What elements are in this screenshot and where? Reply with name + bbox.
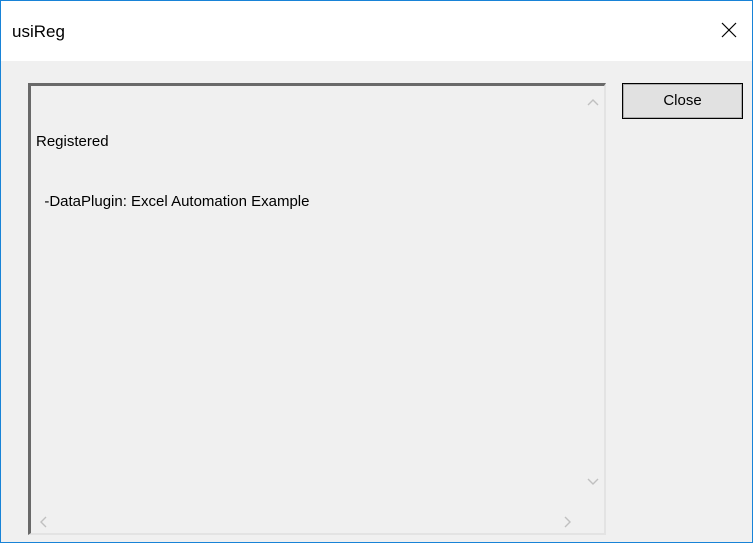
output-text: Registered -DataPlugin: Excel Automation… — [36, 92, 576, 252]
chevron-down-icon[interactable] — [584, 472, 602, 490]
horizontal-scrollbar[interactable] — [31, 511, 582, 533]
output-line: -DataPlugin: Excel Automation Example — [36, 193, 310, 210]
window-title: usiReg — [12, 22, 65, 41]
output-line: Registered — [36, 133, 109, 150]
dialog-client-area: Registered -DataPlugin: Excel Automation… — [1, 61, 752, 542]
chevron-left-icon[interactable] — [35, 513, 53, 531]
dialog-window: usiReg Registered -DataPlugin: Excel Aut… — [0, 0, 753, 543]
chevron-up-icon[interactable] — [584, 94, 602, 112]
title-close-button[interactable] — [706, 13, 752, 47]
close-icon — [721, 22, 737, 38]
output-textbox[interactable]: Registered -DataPlugin: Excel Automation… — [28, 83, 606, 535]
chevron-right-icon[interactable] — [558, 513, 576, 531]
close-button[interactable]: Close — [622, 83, 743, 119]
scrollbar-corner — [582, 511, 604, 533]
vertical-scrollbar[interactable] — [582, 86, 604, 496]
title-bar[interactable]: usiReg — [1, 1, 752, 61]
